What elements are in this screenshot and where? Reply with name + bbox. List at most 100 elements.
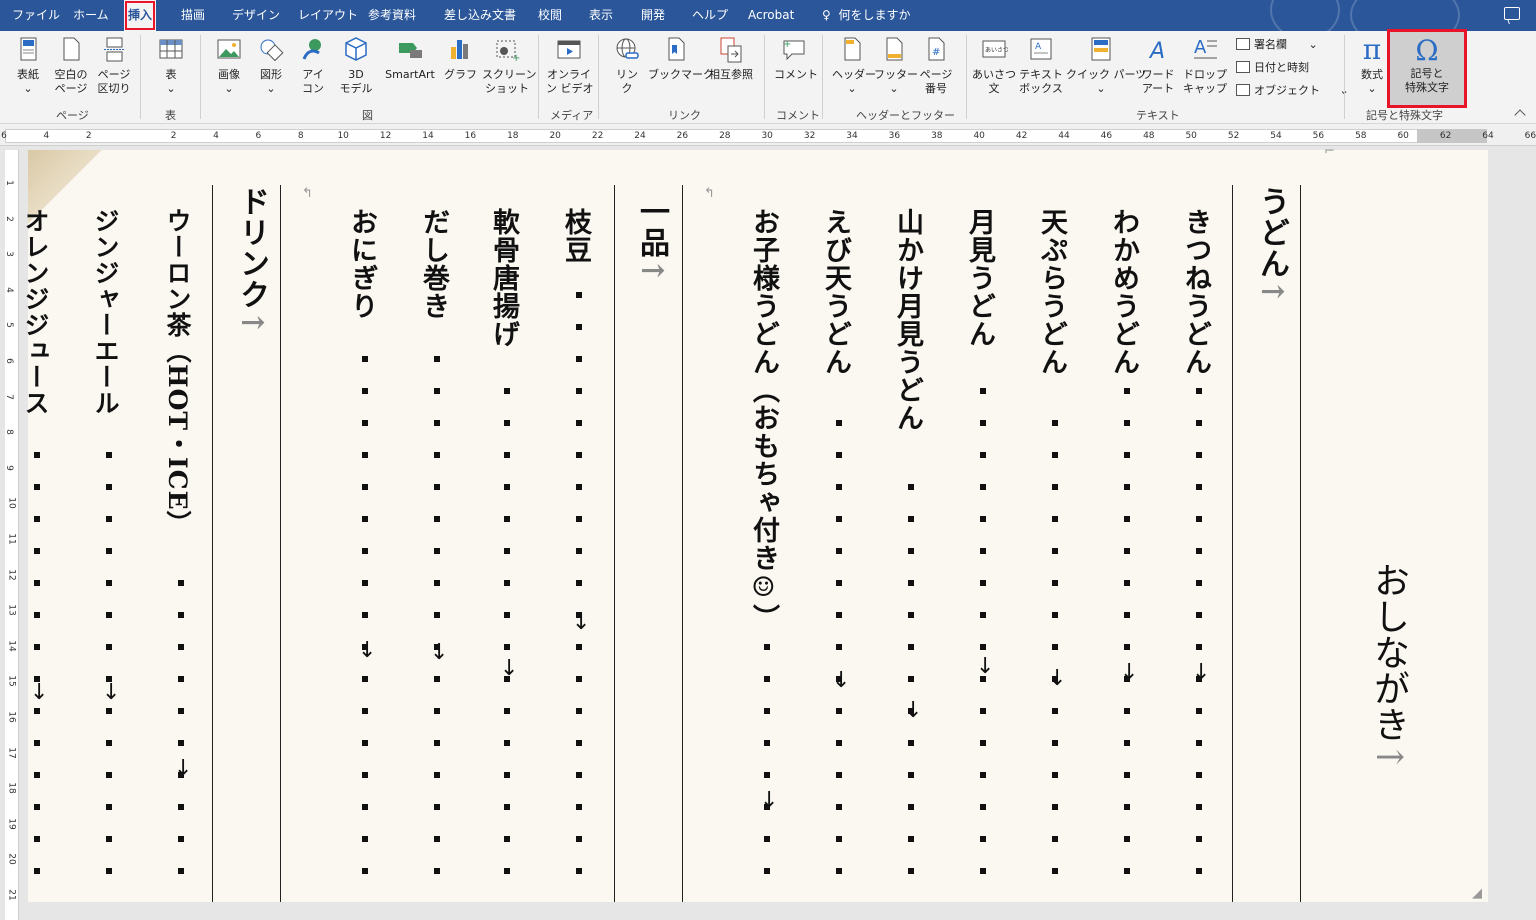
bookmark-button[interactable]: ブックマーク — [648, 35, 714, 82]
vertical-ruler-number: 1 — [3, 180, 14, 186]
leader-dot — [1124, 388, 1130, 394]
leader-dot — [836, 772, 842, 778]
leader-dot — [434, 868, 440, 874]
leader-dot — [504, 580, 510, 586]
tab-file[interactable]: ファイル — [12, 0, 60, 31]
new-comment-button[interactable]: + コメント — [774, 35, 818, 82]
tab-view[interactable]: 表示 — [589, 0, 613, 31]
quick-parts-button[interactable]: クイック パーツ ⌄ — [1066, 35, 1147, 96]
omega-icon: Ω — [1415, 34, 1439, 67]
smartart-button[interactable]: SmartArt — [380, 35, 440, 82]
tab-layout[interactable]: レイアウト — [298, 0, 358, 31]
tab-insert[interactable]: 挿入 — [124, 0, 157, 31]
vertical-ruler-number: 4 — [3, 286, 14, 293]
text-box-icon: A — [1030, 38, 1052, 60]
quick-parts-label: クイック パーツ — [1066, 68, 1147, 81]
leader-dot — [576, 484, 582, 490]
leader-dot — [362, 516, 368, 522]
vertical-ruler[interactable]: 1 2 3 4 5 6 7 8 9 10 11 12 13 14 15 16 17 18 19 20 21 — [3, 150, 19, 920]
leader-dot — [908, 740, 914, 746]
leader-dot — [1124, 516, 1130, 522]
cross-reference-button[interactable]: 相互参照 — [706, 35, 756, 82]
screenshot-button[interactable]: + スクリーン ショット — [482, 35, 536, 96]
tab-developer[interactable]: 開発 — [641, 0, 665, 31]
text-box-button[interactable]: A テキスト ボックス — [1018, 35, 1064, 96]
line-break-arrow-icon: ↓ — [760, 788, 779, 813]
tab-references[interactable]: 参考資料 — [368, 0, 416, 31]
line-break-arrow-icon: ↓ — [174, 756, 193, 781]
footer-button[interactable]: フッター ⌄ — [874, 35, 918, 96]
drop-cap-label: ドロップ キャップ — [1183, 68, 1227, 95]
margin-mark: ⌐ — [1324, 144, 1335, 159]
tell-me-label: 何をしますか — [838, 8, 911, 22]
ruler-number: 42 — [1015, 131, 1028, 141]
rule-line — [1300, 185, 1301, 902]
leader-dot — [106, 644, 112, 650]
header-button[interactable]: ヘッダー ⌄ — [832, 35, 876, 96]
wordart-button[interactable]: A ワード アート — [1138, 35, 1178, 96]
ruler-number: 4 — [213, 131, 219, 141]
symbol-button[interactable]: Ω 記号と 特殊文字 — [1387, 29, 1467, 108]
date-time-button[interactable]: 日付と時刻 — [1236, 60, 1309, 76]
leader-dot — [362, 452, 368, 458]
page-number-label: ページ 番号 — [919, 68, 953, 95]
signature-line-button[interactable]: 署名欄 ⌄ — [1236, 37, 1318, 53]
chart-label: グラフ — [444, 68, 477, 81]
table-button[interactable]: 表 ⌄ — [155, 35, 187, 96]
quick-parts-icon — [1091, 37, 1111, 61]
leader-dot — [504, 868, 510, 874]
tab-home[interactable]: ホーム — [73, 0, 109, 31]
tab-help[interactable]: ヘルプ — [692, 0, 728, 31]
object-button[interactable]: オブジェクト ⌄ — [1236, 83, 1349, 99]
horizontal-ruler[interactable]: 6 4 2 2 4 6 8 10 12 14 16 18 20 22 24 26 28 30 32 34 36 38 40 4… — [0, 124, 1536, 146]
tab-draw[interactable]: 描画 — [181, 0, 205, 31]
collapse-ribbon-icon[interactable] — [1514, 109, 1526, 121]
item-name: きつねうどん — [1180, 208, 1211, 376]
menu-title: おしながき↑ — [1368, 562, 1409, 772]
ruler-number: 34 — [846, 131, 858, 141]
tab-design[interactable]: デザイン — [232, 0, 280, 31]
picture-button[interactable]: 画像 ⌄ — [212, 35, 246, 96]
document-page[interactable]: ⌐ ◢ ↰ ↰ おしながき↑ うどん↑ 一品↑ ドリンク↑ きつねうどん わかめ… — [21, 144, 1488, 902]
menu-item: ウーロン茶（HOT・ICE） — [162, 150, 192, 902]
chart-button[interactable]: グラフ — [444, 35, 477, 82]
3d-models-button[interactable]: 3D モデル — [336, 35, 376, 96]
equation-label: 数式 — [1361, 68, 1383, 81]
tell-me-search[interactable]: ♀ 何をしますか — [822, 0, 910, 31]
line-break-arrow-icon: ↓ — [30, 680, 49, 705]
link-globe-icon — [616, 38, 639, 59]
drop-cap-button[interactable]: A ドロップ キャップ — [1180, 35, 1230, 96]
tab-acrobat[interactable]: Acrobat — [748, 0, 794, 31]
cover-page-button[interactable]: 表紙 ⌄ — [10, 35, 46, 96]
heading-udon: うどん↑ — [1254, 186, 1289, 305]
comments-icon[interactable] — [1504, 7, 1520, 20]
leader-dot — [434, 484, 440, 490]
link-button[interactable]: リン ク — [610, 35, 644, 96]
ruler-number: 32 — [803, 131, 816, 141]
leader-dot — [576, 356, 582, 362]
svg-text:A: A — [1035, 42, 1042, 52]
shapes-button[interactable]: 図形 ⌄ — [254, 35, 288, 96]
ruler-number: 56 — [1312, 131, 1325, 141]
leader-dot — [1196, 612, 1202, 618]
date-time-label: 日付と時刻 — [1254, 61, 1309, 74]
leader-dot — [1124, 836, 1130, 842]
online-video-button[interactable]: オンライ ン ビデオ — [546, 35, 594, 96]
leader-dot — [1196, 484, 1202, 490]
leader-dot — [1052, 580, 1058, 586]
tab-review[interactable]: 校閲 — [538, 0, 562, 31]
menu-item: 天ぷらうどん — [1036, 150, 1067, 902]
equation-button[interactable]: π 数式 ⌄ — [1354, 35, 1390, 96]
group-label-illustrations: 図 — [362, 109, 373, 122]
icons-button[interactable]: アイ コン — [298, 35, 328, 96]
page-break-button[interactable]: ページ 区切り — [96, 35, 132, 96]
leader-dot — [576, 676, 582, 682]
vertical-ruler-number: 9 — [3, 464, 14, 471]
group-label-media: メディア — [550, 109, 594, 122]
greeting-button[interactable]: あいさつ あいさつ 文 — [972, 35, 1016, 96]
page-number-button[interactable]: # ページ 番号 — [916, 35, 956, 96]
tab-mailings[interactable]: 差し込み文書 — [444, 0, 516, 31]
video-icon — [557, 40, 581, 59]
blank-page-button[interactable]: 空白の ページ — [52, 35, 90, 96]
leader-dot — [362, 484, 368, 490]
